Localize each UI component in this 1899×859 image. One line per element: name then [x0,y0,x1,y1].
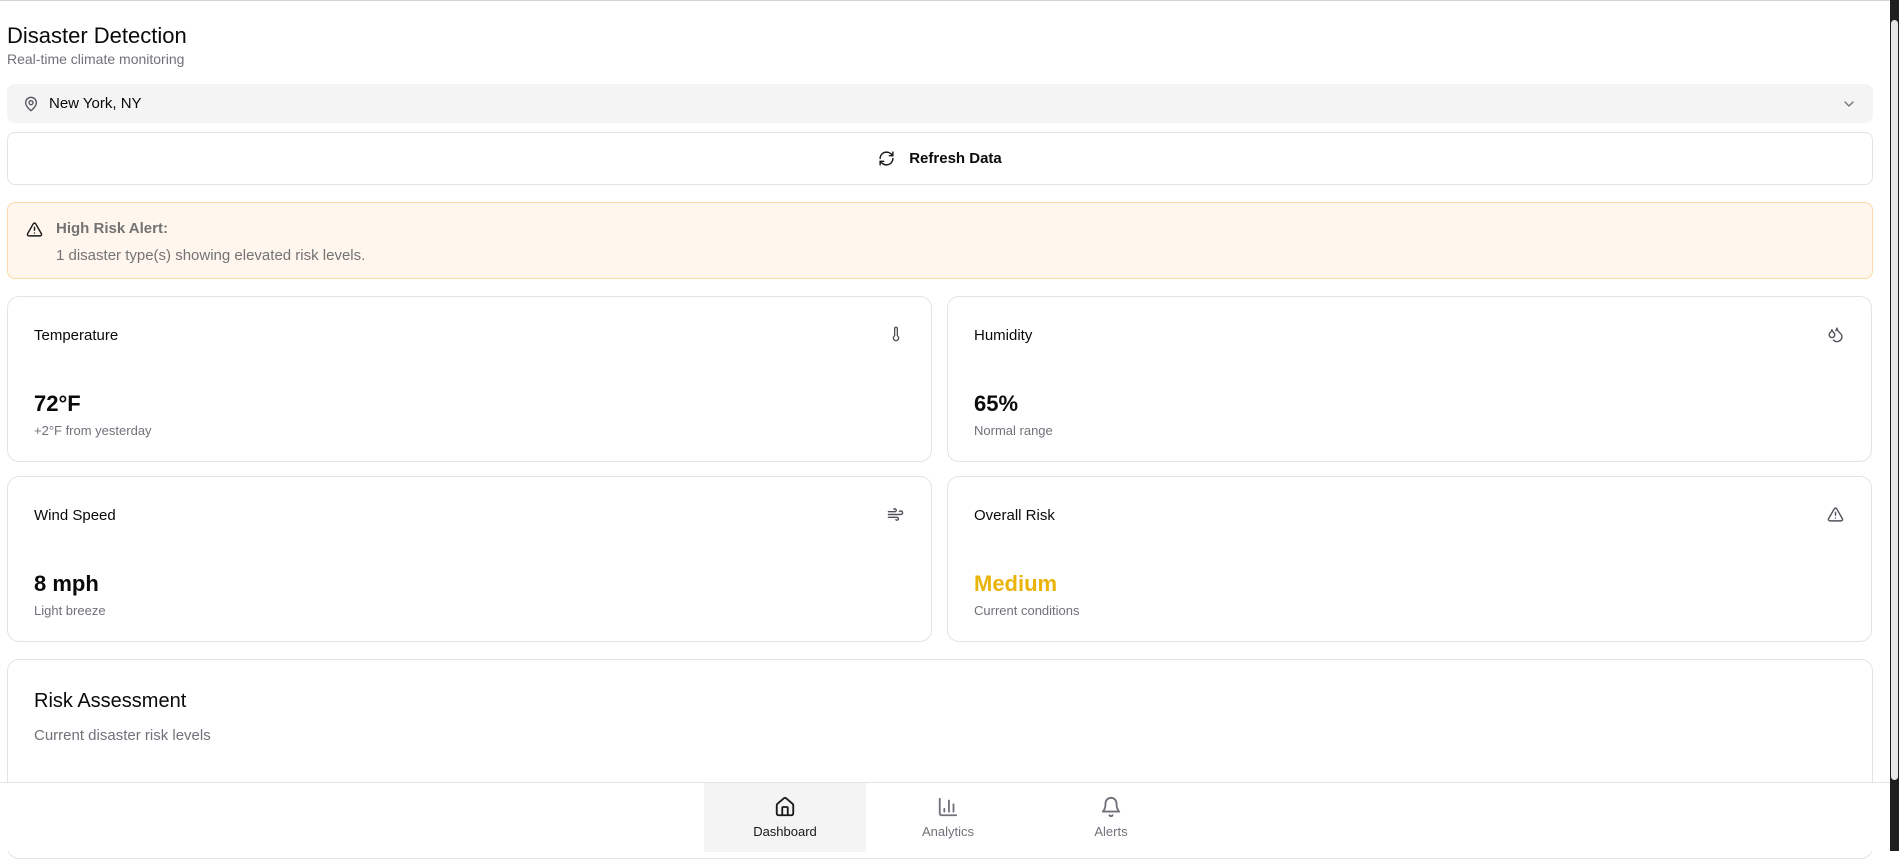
home-icon [774,796,796,818]
nav-item-alerts[interactable]: Alerts [1030,783,1192,852]
high-risk-alert: High Risk Alert: 1 disaster type(s) show… [7,202,1873,279]
card-title: Humidity [974,327,1033,344]
card-value: 65% [974,391,1019,416]
alert-title: High Risk Alert: [56,220,168,237]
alert-message: 1 disaster type(s) showing elevated risk… [56,247,366,264]
warning-triangle-icon [1827,506,1844,523]
card-title: Overall Risk [974,507,1055,524]
temperature-card: Temperature 72°F +2°F from yesterday [7,296,932,462]
card-title: Temperature [34,327,119,344]
overall-risk-card: Overall Risk Medium Current conditions [947,476,1872,642]
bar-chart-icon [937,796,959,818]
map-pin-icon [23,96,39,112]
page-subtitle: Real-time climate monitoring [7,51,185,67]
section-title: Risk Assessment [34,690,187,712]
thermometer-icon [888,326,904,342]
refresh-data-label: Refresh Data [909,150,1002,167]
top-border [0,0,1890,1]
warning-triangle-icon [26,221,43,238]
wind-speed-card: Wind Speed 8 mph Light breeze [7,476,932,642]
card-note: +2°F from yesterday [34,423,152,438]
location-select[interactable]: New York, NY [7,84,1873,123]
card-value: 8 mph [34,571,99,596]
risk-level-value: Medium [974,571,1058,596]
refresh-icon [878,150,895,167]
chevron-down-icon [1841,96,1857,112]
refresh-data-button[interactable]: Refresh Data [7,132,1873,185]
humidity-card: Humidity 65% Normal range [947,296,1872,462]
nav-item-dashboard[interactable]: Dashboard [704,783,866,852]
nav-label: Alerts [1094,824,1128,839]
page-title: Disaster Detection [7,23,187,48]
page-header: Disaster Detection Real-time climate mon… [7,22,187,67]
nav-label: Analytics [921,824,975,839]
section-subtitle: Current disaster risk levels [34,727,211,744]
droplets-icon [1827,326,1844,343]
bell-icon [1100,796,1122,818]
card-note: Current conditions [974,603,1080,618]
card-note: Light breeze [34,603,106,618]
nav-item-analytics[interactable]: Analytics [867,783,1029,852]
nav-label: Dashboard [753,824,817,839]
scrollbar[interactable] [1890,0,1899,851]
location-value: New York, NY [49,95,142,112]
wind-icon [887,506,904,523]
card-note: Normal range [974,423,1053,438]
bottom-nav: Dashboard Analytics Alerts [0,782,1890,852]
scrollbar-thumb[interactable] [1891,20,1898,780]
card-title: Wind Speed [34,507,116,524]
card-value: 72°F [34,391,81,416]
